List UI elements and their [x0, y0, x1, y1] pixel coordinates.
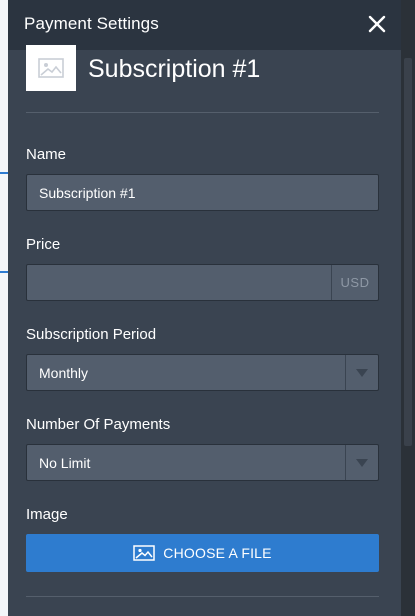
currency-suffix: USD	[331, 265, 378, 300]
choose-file-button[interactable]: CHOOSE A FILE	[26, 534, 379, 572]
name-input[interactable]: Subscription #1	[26, 174, 379, 211]
number-of-payments-label: Number Of Payments	[26, 416, 171, 433]
product-name: Subscription #1	[88, 55, 261, 83]
scrollbar-track[interactable]	[401, 0, 415, 616]
close-icon	[368, 15, 386, 33]
close-button[interactable]	[363, 10, 391, 38]
subscription-period-select[interactable]: Monthly	[26, 354, 379, 391]
subscription-period-label: Subscription Period	[26, 326, 157, 343]
image-placeholder-icon	[38, 58, 64, 78]
section-divider	[26, 596, 379, 597]
background-divider	[0, 271, 8, 273]
caret-down-icon	[356, 368, 368, 377]
caret-down-icon	[356, 458, 368, 467]
product-thumbnail[interactable]	[26, 45, 76, 91]
payment-settings-panel: Payment Settings Subscription #1 Name Su…	[8, 0, 401, 616]
image-label: Image	[26, 506, 68, 523]
dropdown-toggle[interactable]	[345, 445, 378, 480]
background-page	[0, 0, 8, 616]
price-label: Price	[26, 236, 61, 253]
subscription-period-value: Monthly	[39, 365, 89, 381]
number-of-payments-value: No Limit	[39, 455, 91, 471]
name-input-value: Subscription #1	[39, 185, 136, 201]
number-of-payments-select[interactable]: No Limit	[26, 444, 379, 481]
choose-file-label: CHOOSE A FILE	[163, 545, 272, 561]
price-input[interactable]: USD	[26, 264, 379, 301]
scrollbar-thumb[interactable]	[404, 58, 412, 446]
panel-header: Payment Settings	[8, 0, 401, 50]
panel-title: Payment Settings	[24, 14, 159, 33]
section-divider	[26, 112, 379, 113]
dropdown-toggle[interactable]	[345, 355, 378, 390]
background-divider	[0, 172, 8, 174]
name-label: Name	[26, 146, 67, 163]
image-icon	[133, 545, 156, 561]
